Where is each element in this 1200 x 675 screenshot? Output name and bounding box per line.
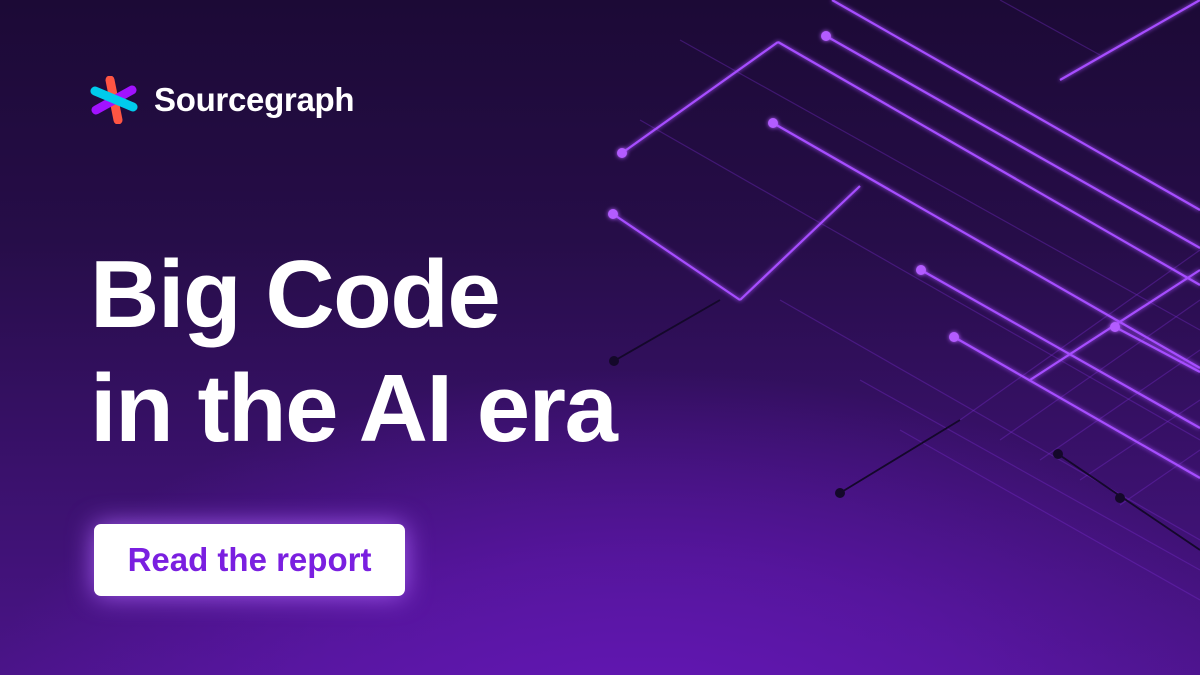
brand-name: Sourcegraph (154, 81, 355, 118)
headline-line-1: Big Code (90, 241, 501, 348)
read-report-button[interactable]: Read the report (94, 524, 405, 596)
headline: Big Code in the AI era (90, 238, 618, 466)
brand-logo: Sourcegraph (90, 76, 355, 124)
headline-line-2: in the AI era (90, 355, 618, 462)
promo-banner: Sourcegraph Big Code in the AI era Read … (0, 0, 1200, 675)
sourcegraph-logo-icon (90, 76, 138, 124)
